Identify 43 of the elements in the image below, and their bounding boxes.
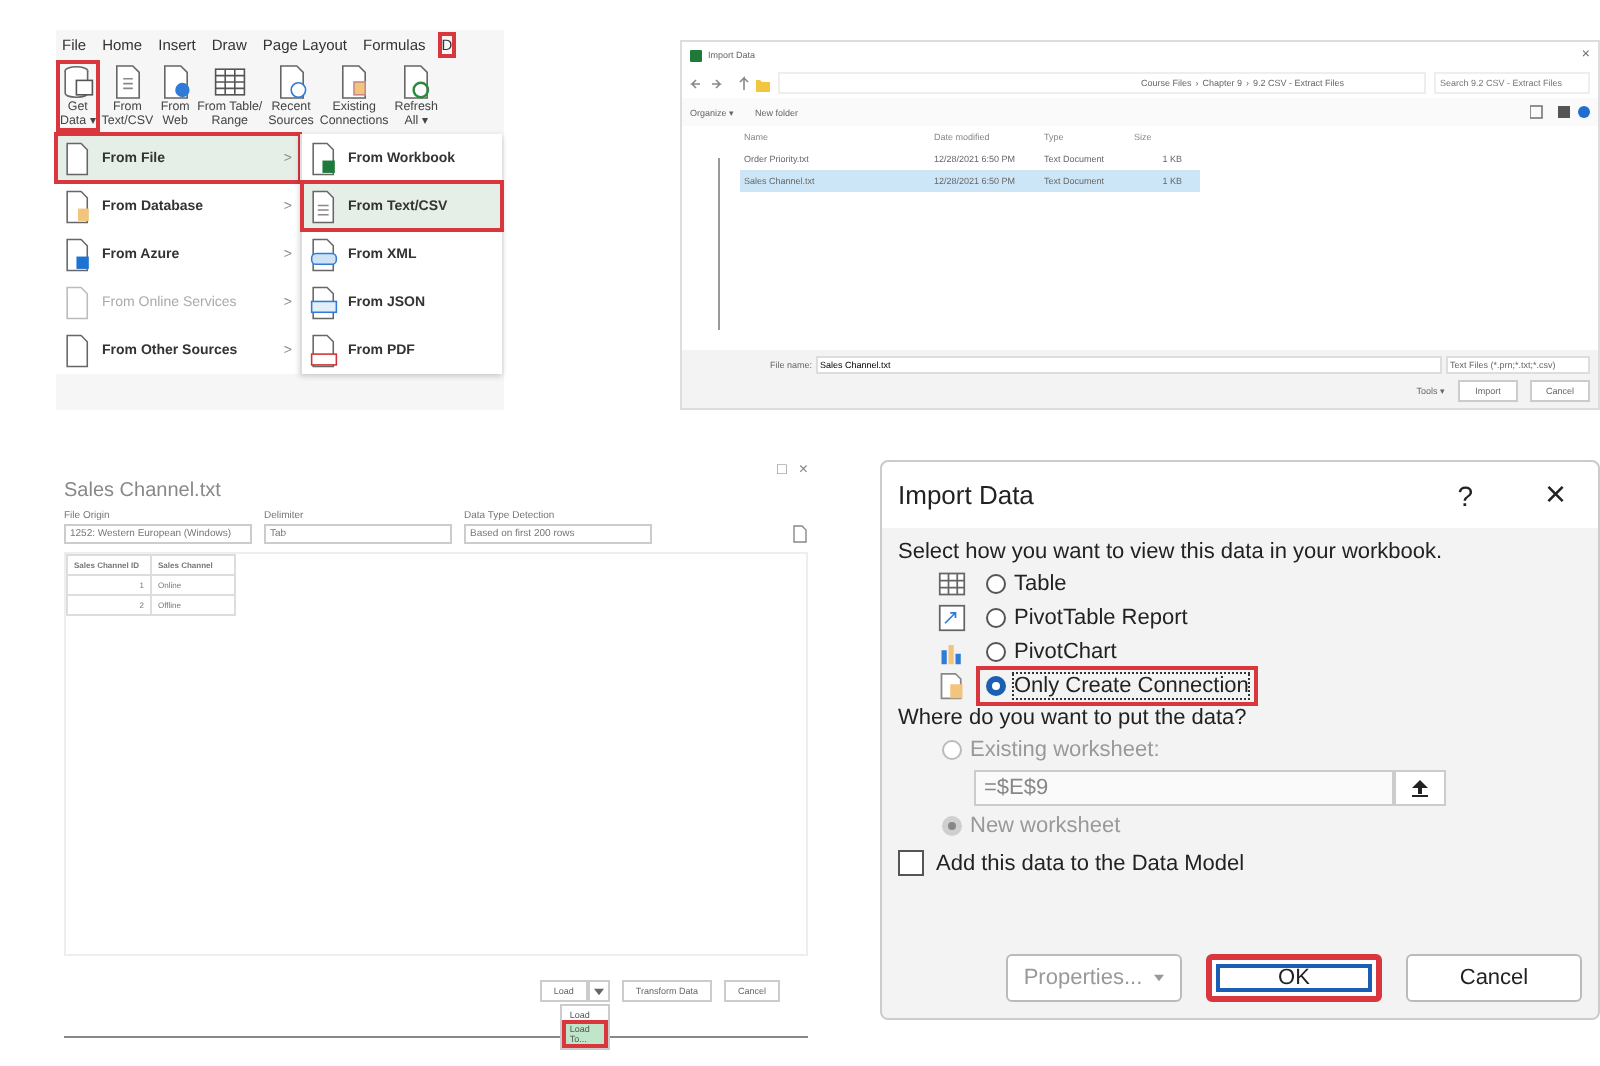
close-button[interactable]: × — [1544, 474, 1566, 516]
document-icon — [310, 237, 338, 272]
dialog-title: Import Data — [898, 480, 1036, 510]
checkbox[interactable]: Add this data to the Data Model — [898, 850, 1245, 876]
clock-document-icon — [275, 64, 307, 100]
document-icon — [64, 189, 92, 224]
dialog-button[interactable]: OK — [1206, 954, 1382, 1002]
navigation-arrows-icon — [690, 75, 770, 91]
spreadsheet-document-icon — [310, 141, 338, 176]
collapse-dialog-button[interactable] — [1394, 770, 1446, 806]
table-icon — [213, 64, 246, 100]
window-title: Sales Channel.txt — [64, 480, 221, 502]
caret-icon — [1154, 974, 1165, 982]
document-icon — [938, 672, 966, 700]
document-icon — [310, 285, 338, 320]
view-options-icon — [1530, 104, 1590, 120]
document-icon — [111, 64, 144, 100]
dropdown-arrow-button[interactable] — [587, 980, 610, 1002]
document-icon — [64, 237, 92, 272]
document-icon — [64, 285, 92, 320]
spreadsheet-app-icon — [690, 49, 702, 61]
prompt-text: Select how you want to view this data in your workbook. — [898, 540, 1443, 564]
window-control[interactable]: □ — [776, 460, 787, 478]
caret-icon — [593, 987, 604, 995]
globe-document-icon — [159, 64, 192, 100]
document-icon — [64, 333, 92, 368]
document-icon — [64, 141, 92, 176]
document-icon — [310, 333, 338, 368]
radio-option[interactable]: PivotTable Report — [982, 604, 1192, 632]
prompt-text: Where do you want to put the data? — [898, 706, 1247, 730]
pivot-table-icon — [938, 604, 966, 632]
table-icon — [938, 570, 966, 598]
dialog-button[interactable]: Cancel — [1406, 954, 1582, 1002]
window-control[interactable]: × — [798, 460, 808, 478]
radio-option[interactable]: PivotChart — [982, 638, 1121, 666]
database-icon — [61, 64, 94, 100]
refresh-icon — [400, 64, 433, 100]
help-button[interactable]: ? — [1457, 479, 1473, 511]
radio-option[interactable]: Table — [982, 570, 1071, 598]
upload-arrow-icon — [1410, 778, 1430, 798]
radio-option[interactable]: Only Create Connection — [982, 672, 1253, 700]
document-icon — [310, 189, 338, 224]
document-icon — [338, 64, 371, 100]
